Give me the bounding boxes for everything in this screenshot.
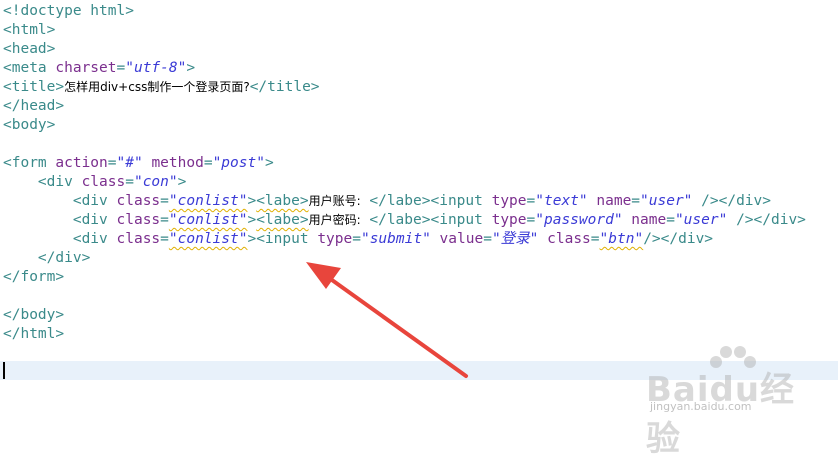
- baidu-watermark: Baidu经验 jingyan.baidu.com: [640, 340, 830, 459]
- code-editor[interactable]: <!doctype html> <html> <head> <meta charset…: [0, 0, 838, 459]
- watermark-url: jingyan.baidu.com: [650, 400, 752, 413]
